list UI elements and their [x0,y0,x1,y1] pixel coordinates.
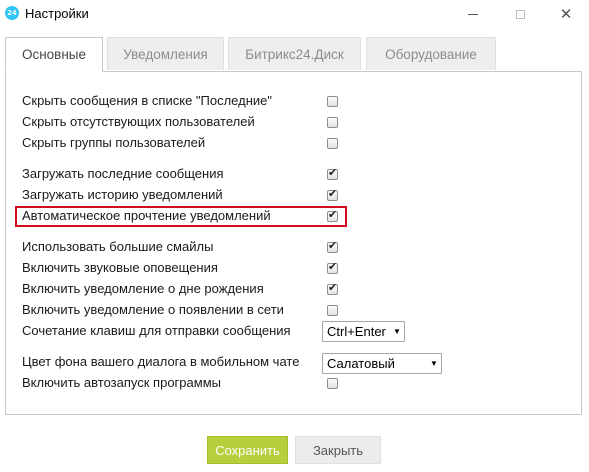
checkbox-auto-read[interactable]: ✔ [327,208,338,222]
mobile-bg-select[interactable]: Салатовый ▼ [322,353,442,374]
minimize-button[interactable] [450,0,496,28]
dropdown-arrow-icon: ▼ [393,327,401,336]
checkbox-online[interactable] [327,305,338,316]
checkmark-icon: ✔ [328,260,338,273]
close-icon: ✕ [559,4,573,23]
bitrix24-app-icon: 24 [5,6,19,20]
send-shortcut-value: Ctrl+Enter [327,324,386,339]
checkmark-icon: ✔ [328,208,338,221]
tab-bitrix24-disk[interactable]: Битрикс24.Диск [228,37,361,70]
mobile-bg-value: Салатовый [327,356,395,371]
checkbox-hide-absent[interactable] [327,117,338,128]
tab-general[interactable]: Основные [5,37,103,72]
setting-label-sound: Включить звуковые оповещения [22,260,218,275]
tab-hardware[interactable]: Оборудование [366,37,496,70]
save-button[interactable]: Сохранить [207,436,288,464]
checkmark-icon: ✔ [328,239,338,252]
checkmark-icon: ✔ [328,166,338,179]
checkbox-hide-recent[interactable] [327,96,338,107]
checkmark-icon: ✔ [328,281,338,294]
close-button[interactable]: Закрыть [295,436,381,464]
mobile-bg-label: Цвет фона вашего диалога в мобильном чат… [22,354,300,369]
checkbox-autostart[interactable] [327,378,338,389]
checkbox-big-smiles[interactable]: ✔ [327,239,338,253]
setting-label-online: Включить уведомление о появлении в сети [22,302,284,317]
checkbox-birthday[interactable]: ✔ [327,281,338,295]
setting-label-load-recent: Загружать последние сообщения [22,166,224,181]
checkmark-icon: ✔ [328,187,338,200]
tab-notifications[interactable]: Уведомления [107,37,224,70]
send-shortcut-label: Сочетание клавиш для отправки сообщения [22,323,291,338]
checkbox-load-recent[interactable]: ✔ [327,166,338,180]
setting-label-load-history: Загружать историю уведомлений [22,187,223,202]
checkbox-hide-groups[interactable] [327,138,338,149]
checkbox-load-history[interactable]: ✔ [327,187,338,201]
title-bar: 24 Настройки ✕ [0,0,589,28]
maximize-icon [515,9,525,19]
setting-label-big-smiles: Использовать большие смайлы [22,239,214,254]
setting-label-hide-absent: Скрыть отсутствующих пользователей [22,114,255,129]
setting-label-auto-read: Автоматическое прочтение уведомлений [22,208,271,223]
maximize-button[interactable] [497,0,543,28]
close-window-button[interactable]: ✕ [543,0,589,28]
setting-label-hide-groups: Скрыть группы пользователей [22,135,206,150]
minimize-icon [468,13,478,15]
send-shortcut-select[interactable]: Ctrl+Enter ▼ [322,321,405,342]
setting-label-autostart: Включить автозапуск программы [22,375,221,390]
checkbox-sound[interactable]: ✔ [327,260,338,274]
setting-label-hide-recent: Скрыть сообщения в списке "Последние" [22,93,272,108]
setting-label-birthday: Включить уведомление о дне рождения [22,281,264,296]
window-title: Настройки [25,6,89,21]
settings-window: 24 Настройки ✕ Основные Уведомления Битр… [0,0,589,472]
dropdown-arrow-icon: ▼ [430,359,438,368]
